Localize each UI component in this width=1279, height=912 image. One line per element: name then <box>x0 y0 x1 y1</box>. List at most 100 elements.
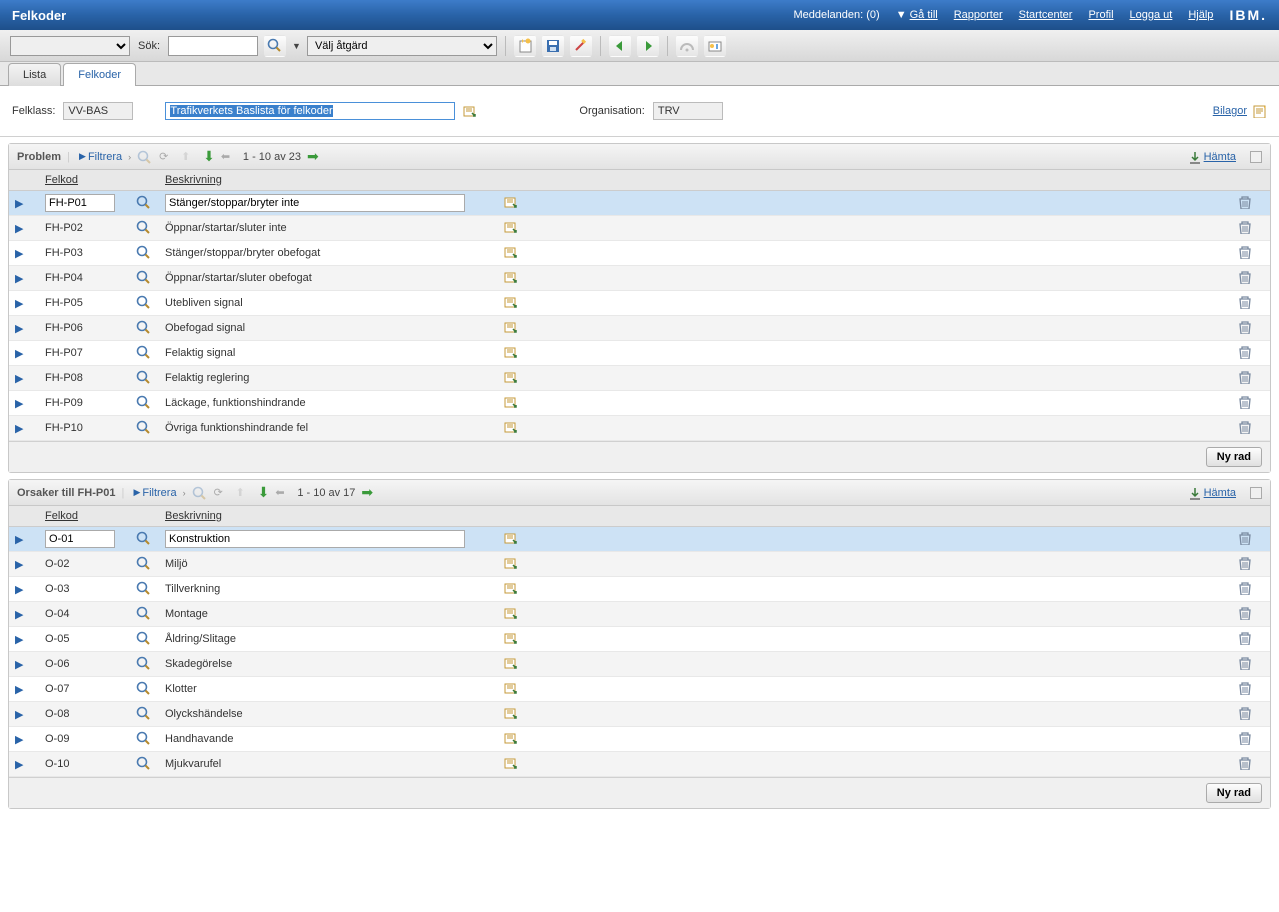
detail-icon[interactable] <box>502 580 518 596</box>
delete-icon[interactable] <box>1236 219 1252 235</box>
row-expand-icon[interactable]: ▶ <box>15 422 27 435</box>
detail-icon[interactable] <box>502 394 518 410</box>
table-row[interactable]: ▶O-09Handhavande <box>9 727 1270 752</box>
row-expand-icon[interactable]: ▶ <box>15 583 27 596</box>
row-expand-icon[interactable]: ▶ <box>15 247 27 260</box>
row-expand-icon[interactable]: ▶ <box>15 322 27 335</box>
table-row[interactable]: ▶FH-P06Obefogad signal <box>9 316 1270 341</box>
gauge-icon[interactable] <box>676 35 698 57</box>
search-input[interactable] <box>168 36 258 56</box>
detail-icon[interactable] <box>502 655 518 671</box>
delete-icon[interactable] <box>1236 369 1252 385</box>
row-expand-icon[interactable]: ▶ <box>15 633 27 646</box>
row-expand-icon[interactable]: ▶ <box>15 658 27 671</box>
col-felkod[interactable]: Felkod <box>39 506 129 527</box>
tab-lista[interactable]: Lista <box>8 63 61 86</box>
delete-icon[interactable] <box>1236 344 1252 360</box>
delete-icon[interactable] <box>1236 394 1252 410</box>
nav-profil[interactable]: Profil <box>1088 9 1113 21</box>
lookup-icon[interactable] <box>135 394 151 410</box>
attachments-link[interactable]: Bilagor <box>1213 105 1247 117</box>
lookup-icon[interactable] <box>135 580 151 596</box>
delete-icon[interactable] <box>1236 680 1252 696</box>
detail-icon[interactable] <box>502 344 518 360</box>
delete-icon[interactable] <box>1236 194 1252 210</box>
detail-icon[interactable] <box>502 244 518 260</box>
lookup-icon[interactable] <box>135 730 151 746</box>
lookup-icon[interactable] <box>135 319 151 335</box>
detail-icon[interactable] <box>502 194 518 210</box>
delete-icon[interactable] <box>1236 655 1252 671</box>
problem-filter[interactable]: Filtrera <box>79 151 122 163</box>
lookup-icon[interactable] <box>135 344 151 360</box>
row-expand-icon[interactable]: ▶ <box>15 297 27 310</box>
detail-icon[interactable] <box>502 730 518 746</box>
prev-icon[interactable] <box>609 35 631 57</box>
delete-icon[interactable] <box>1236 580 1252 596</box>
new-icon[interactable] <box>514 35 536 57</box>
delete-icon[interactable] <box>1236 244 1252 260</box>
detail-icon[interactable] <box>502 219 518 235</box>
detail-icon[interactable] <box>502 755 518 771</box>
next-icon[interactable] <box>637 35 659 57</box>
row-expand-icon[interactable]: ▶ <box>15 558 27 571</box>
lookup-icon[interactable] <box>135 555 151 571</box>
detail-icon[interactable] <box>502 269 518 285</box>
delete-icon[interactable] <box>1236 605 1252 621</box>
lookup-icon[interactable] <box>135 369 151 385</box>
orsaker-collapse-icon[interactable] <box>1250 487 1262 499</box>
row-expand-icon[interactable]: ▶ <box>15 533 27 546</box>
lookup-icon[interactable] <box>135 680 151 696</box>
detail-icon[interactable] <box>502 605 518 621</box>
delete-icon[interactable] <box>1236 530 1252 546</box>
orsaker-download[interactable]: Hämta <box>1187 486 1236 500</box>
clear-icon[interactable] <box>570 35 592 57</box>
delete-icon[interactable] <box>1236 705 1252 721</box>
action-select[interactable]: Välj åtgärd <box>307 36 497 56</box>
row-expand-icon[interactable]: ▶ <box>15 272 27 285</box>
row-expand-icon[interactable]: ▶ <box>15 708 27 721</box>
problem-download[interactable]: Hämta <box>1187 150 1236 164</box>
table-row[interactable]: ▶O-06Skadegörelse <box>9 652 1270 677</box>
detail-icon[interactable] <box>502 705 518 721</box>
lookup-icon[interactable] <box>135 530 151 546</box>
row-expand-icon[interactable]: ▶ <box>15 733 27 746</box>
table-row[interactable]: ▶O-10Mjukvarufel <box>9 752 1270 777</box>
desc-detail-icon[interactable] <box>461 103 477 119</box>
detail-icon[interactable] <box>502 319 518 335</box>
table-row[interactable]: ▶O-07Klotter <box>9 677 1270 702</box>
find-select[interactable] <box>10 36 130 56</box>
report-icon[interactable] <box>704 35 726 57</box>
lookup-icon[interactable] <box>135 630 151 646</box>
nav-logout[interactable]: Logga ut <box>1130 9 1173 21</box>
attachments-icon[interactable] <box>1251 103 1267 119</box>
row-expand-icon[interactable]: ▶ <box>15 347 27 360</box>
goto-link[interactable]: ▼Gå till <box>896 9 938 21</box>
detail-icon[interactable] <box>502 555 518 571</box>
nav-rapporter[interactable]: Rapporter <box>954 9 1003 21</box>
detail-icon[interactable] <box>502 680 518 696</box>
nav-startcenter[interactable]: Startcenter <box>1019 9 1073 21</box>
delete-icon[interactable] <box>1236 269 1252 285</box>
felkod-input[interactable] <box>45 194 115 212</box>
row-expand-icon[interactable]: ▶ <box>15 197 27 210</box>
problem-collapse-icon[interactable] <box>1250 151 1262 163</box>
lookup-icon[interactable] <box>135 705 151 721</box>
table-row[interactable]: ▶O-08Olyckshändelse <box>9 702 1270 727</box>
row-expand-icon[interactable]: ▶ <box>15 758 27 771</box>
detail-icon[interactable] <box>502 630 518 646</box>
messages-indicator[interactable]: Meddelanden: (0) <box>793 9 879 21</box>
nav-help[interactable]: Hjälp <box>1188 9 1213 21</box>
delete-icon[interactable] <box>1236 730 1252 746</box>
row-expand-icon[interactable]: ▶ <box>15 372 27 385</box>
lookup-icon[interactable] <box>135 605 151 621</box>
row-expand-icon[interactable]: ▶ <box>15 608 27 621</box>
delete-icon[interactable] <box>1236 755 1252 771</box>
tab-felkoder[interactable]: Felkoder <box>63 63 136 86</box>
row-expand-icon[interactable]: ▶ <box>15 683 27 696</box>
delete-icon[interactable] <box>1236 319 1252 335</box>
delete-icon[interactable] <box>1236 419 1252 435</box>
detail-icon[interactable] <box>502 294 518 310</box>
delete-icon[interactable] <box>1236 630 1252 646</box>
detail-icon[interactable] <box>502 419 518 435</box>
